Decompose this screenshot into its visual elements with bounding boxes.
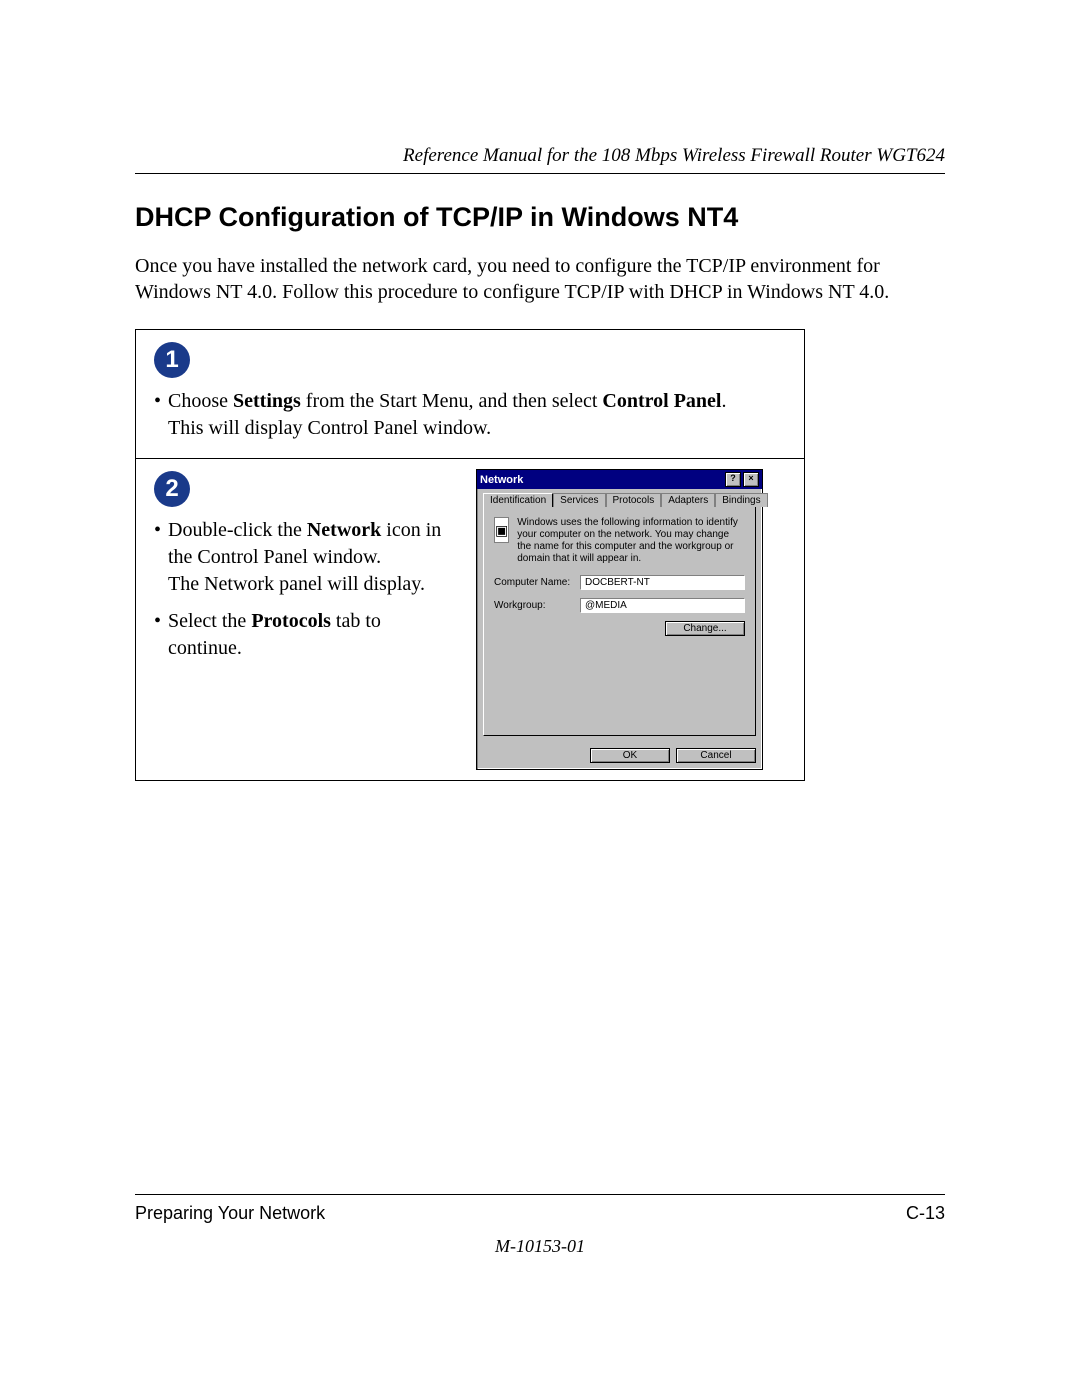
step1-plain: This will display Control Panel window. — [168, 417, 491, 439]
help-icon[interactable]: ? — [725, 472, 741, 487]
dialog-title-text: Network — [480, 474, 523, 486]
page-footer: Preparing Your Network C-13 M-10153-01 — [135, 1194, 945, 1257]
bullet-icon: • — [154, 388, 168, 442]
step2-plain: The Network panel will display. — [168, 571, 458, 598]
tab-services[interactable]: Services — [553, 493, 605, 507]
step2a-bold: Network — [307, 519, 381, 541]
step2b-bold: Protocols — [251, 610, 331, 632]
section-heading: DHCP Configuration of TCP/IP in Windows … — [135, 202, 945, 233]
computer-icon: ▣ — [494, 517, 509, 543]
tab-adapters[interactable]: Adapters — [661, 493, 715, 507]
dialog-tabs: Identification Services Protocols Adapte… — [483, 493, 756, 507]
workgroup-field[interactable]: @MEDIA — [580, 598, 745, 613]
step1-bold1: Settings — [233, 390, 301, 412]
intro-paragraph: Once you have installed the network card… — [135, 253, 945, 305]
change-button[interactable]: Change... — [665, 621, 745, 636]
footer-section-name: Preparing Your Network — [135, 1203, 325, 1224]
step2b-pre: Select the — [168, 610, 251, 632]
running-header: Reference Manual for the 108 Mbps Wirele… — [135, 145, 945, 174]
step1-bold2: Control Panel — [602, 390, 721, 412]
workgroup-label: Workgroup: — [494, 600, 574, 611]
steps-table: 1 • Choose Settings from the Start Menu,… — [135, 329, 805, 781]
step-row-2: 2 • Double-click the Network icon in the… — [136, 459, 804, 780]
computer-name-field[interactable]: DOCBERT-NT — [580, 575, 745, 590]
close-icon[interactable]: × — [743, 472, 759, 487]
network-dialog: Network ? × Identification Services Prot… — [476, 469, 763, 770]
footer-doc-number: M-10153-01 — [135, 1236, 945, 1257]
step1-text-pre: Choose — [168, 390, 233, 412]
document-page: Reference Manual for the 108 Mbps Wirele… — [0, 0, 1080, 1397]
bullet-icon: • — [154, 517, 168, 571]
step2a-pre: Double-click the — [168, 519, 307, 541]
tabpane-identification: ▣ Windows uses the following information… — [483, 506, 756, 736]
ok-button[interactable]: OK — [590, 748, 670, 763]
tab-bindings[interactable]: Bindings — [715, 493, 767, 507]
step1-text-mid: from the Start Menu, and then select — [301, 390, 603, 412]
tab-protocols[interactable]: Protocols — [606, 493, 662, 507]
step-badge-2: 2 — [154, 471, 190, 507]
step-row-1: 1 • Choose Settings from the Start Menu,… — [136, 330, 804, 459]
dialog-info-text: Windows uses the following information t… — [517, 517, 745, 565]
computer-name-label: Computer Name: — [494, 577, 574, 588]
dialog-titlebar: Network ? × — [477, 470, 762, 489]
step1-text-post: . — [721, 390, 726, 412]
tab-identification[interactable]: Identification — [483, 493, 553, 507]
footer-page-number: C-13 — [906, 1203, 945, 1224]
cancel-button[interactable]: Cancel — [676, 748, 756, 763]
bullet-icon: • — [154, 608, 168, 662]
step-badge-1: 1 — [154, 342, 190, 378]
